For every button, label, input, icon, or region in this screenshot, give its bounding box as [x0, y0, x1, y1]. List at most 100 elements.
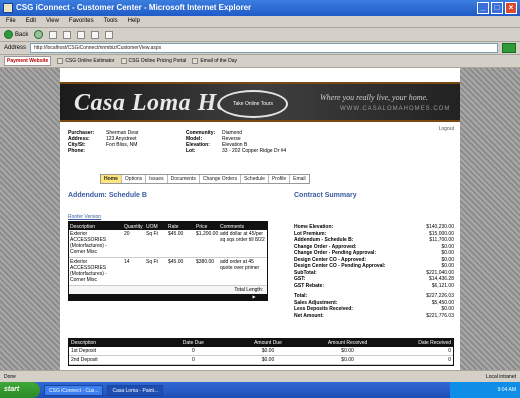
cell-amount-received: $0.00 — [341, 348, 354, 354]
tab-documents[interactable]: Documents — [168, 175, 200, 183]
menu-tools[interactable]: Tools — [104, 18, 118, 25]
site-header: Casa Loma Homes Take Online Tours Where … — [60, 82, 460, 122]
menu-help[interactable]: Help — [128, 18, 140, 25]
cell-price: $380.00 — [196, 259, 215, 265]
taskbar: start CSG iConnect - Cus... Casa Loma - … — [0, 382, 520, 398]
pager-button[interactable]: ▶ — [247, 294, 261, 300]
cell-amount-due: $0.00 — [261, 348, 275, 354]
roofer-version-link[interactable]: Roofer Version — [68, 214, 101, 220]
logout-link[interactable]: Logout — [439, 126, 454, 132]
column-header: Quantity — [124, 224, 143, 230]
window-title: CSG iConnect - Customer Center - Microso… — [16, 3, 252, 12]
menu-view[interactable]: View — [46, 18, 59, 25]
table-header: Description Quantity UOM Rate Price Comm… — [69, 222, 267, 230]
info-value — [106, 148, 186, 154]
online-tours-button[interactable]: Take Online Tours — [218, 90, 288, 118]
cell-quantity: 14 — [124, 259, 130, 265]
cell-quantity: 20 — [124, 231, 130, 237]
cell-comments: add order at 45 quote over primer — [220, 259, 260, 271]
tab-schedule[interactable]: Schedule — [241, 175, 269, 183]
cell-amount-received: $0.00 — [341, 357, 354, 363]
home-icon[interactable] — [77, 30, 86, 39]
contract-summary: Home Elevation: $140,230.00 Lot Premium: $… — [294, 224, 454, 319]
tab-change-orders[interactable]: Change Orders — [200, 175, 242, 183]
taskbar-item[interactable]: CSG iConnect - Cus... — [44, 384, 104, 396]
tab-profile[interactable]: Profile — [269, 175, 291, 183]
favorites-icon[interactable] — [105, 30, 114, 39]
cell-amount-due: $0.00 — [261, 357, 275, 363]
table-row[interactable]: Exterior ACCESSORIES (Motorfactures) - C… — [69, 230, 267, 258]
link-email-of-day[interactable]: Email of the Day — [192, 58, 237, 64]
start-button[interactable]: start — [0, 382, 40, 398]
status-text: Done — [4, 373, 16, 380]
table-row[interactable]: 1st Deposit 0 $0.00 $0.00 0 — [69, 347, 453, 356]
info-value: 33 - 202 Copper Ridge Dr #4 — [222, 148, 287, 154]
links-selector[interactable]: Payment Website — [4, 56, 52, 66]
site-website: WWW.CASALOMAHOMES.COM — [340, 106, 451, 112]
search-icon[interactable] — [91, 30, 100, 39]
cell-rate: $45.00 — [168, 259, 184, 265]
forward-button[interactable] — [34, 30, 44, 39]
horizontal-scrollbar[interactable] — [69, 294, 267, 300]
info-label: Phone: — [68, 148, 85, 154]
tab-options[interactable]: Options — [122, 175, 147, 183]
address-bar: Address http://localhost/CSGiConnect/nnm… — [0, 42, 520, 55]
column-header: Price — [196, 224, 208, 230]
cell-uom: Sq Ft — [146, 259, 158, 265]
column-header: Description — [71, 340, 97, 346]
column-header: Date Due — [182, 340, 204, 346]
link-online-estimator[interactable]: CSG Online Estimator — [57, 58, 115, 64]
window-titlebar: CSG iConnect - Customer Center - Microso… — [0, 0, 520, 16]
refresh-icon[interactable] — [63, 30, 72, 39]
minimize-button[interactable]: _ — [477, 2, 489, 14]
cell-description: 1st Deposit — [71, 348, 97, 354]
menu-file[interactable]: File — [6, 18, 16, 25]
web-page: Casa Loma Homes Take Online Tours Where … — [60, 68, 460, 370]
tab-email[interactable]: Email — [290, 175, 309, 183]
info-label: Lot: — [186, 148, 196, 154]
column-header: UOM — [146, 224, 158, 230]
taskbar-item[interactable]: Casa Loma - Paint... — [107, 384, 164, 396]
clock: 9:04 AM — [497, 387, 516, 393]
close-button[interactable]: × — [505, 2, 517, 14]
ie-icon — [3, 3, 13, 13]
page-icon — [192, 58, 199, 64]
addendum-title: Addendum: Schedule B — [68, 192, 147, 199]
address-input[interactable]: http://localhost/CSGiConnect/nnmbiz/Cust… — [30, 43, 498, 53]
status-bar: Done Local intranet — [0, 370, 520, 382]
nav-tabs: Home Options Issues Documents Change Ord… — [100, 174, 310, 184]
site-tagline: Where you really live, your home. — [320, 93, 429, 102]
table-footer: Total Length: ▶ — [69, 286, 267, 300]
cell-uom: Sq Ft — [146, 231, 158, 237]
cell-date-due: 0 — [191, 348, 195, 354]
column-header: Date Received — [418, 340, 452, 346]
column-header: Comments — [220, 224, 245, 230]
table-row[interactable]: 2nd Deposit 0 $0.00 $0.00 0 — [69, 356, 453, 365]
zone-text: Local intranet — [485, 373, 516, 380]
column-header: Amount Received — [327, 340, 368, 346]
stop-icon[interactable] — [49, 30, 58, 39]
menu-bar: File Edit View Favorites Tools Help — [0, 16, 520, 28]
customer-info: Purchaser: Sherman Dear Community: Diamo… — [68, 130, 328, 154]
back-button[interactable]: Back — [4, 30, 28, 39]
cell-comments: add dollar at 45/per sq sqs order till 8… — [220, 231, 265, 243]
summary-row: Net Amount: $221,776.03 — [294, 312, 454, 319]
tab-home[interactable]: Home — [101, 175, 122, 183]
link-pricing-portal[interactable]: CSG Online Pricing Portal — [120, 58, 186, 64]
cell-description: Exterior ACCESSORIES (Motorfactures) - C… — [70, 231, 107, 255]
cell-date-received: 0 — [448, 348, 452, 354]
column-header: Amount Due — [254, 340, 282, 346]
go-button[interactable] — [502, 43, 516, 53]
menu-favorites[interactable]: Favorites — [69, 18, 94, 25]
browser-toolbar: Back — [0, 28, 520, 42]
summary-title: Contract Summary — [294, 192, 357, 199]
addendum-table: Description Quantity UOM Rate Price Comm… — [68, 221, 268, 301]
back-arrow-icon — [4, 30, 13, 39]
table-row[interactable]: Exterior ACCESSORIES (Motorfactures) - C… — [69, 258, 267, 286]
page-icon — [120, 58, 127, 64]
cell-date-due: 0 — [191, 357, 195, 363]
maximize-button[interactable]: □ — [491, 2, 503, 14]
menu-edit[interactable]: Edit — [26, 18, 36, 25]
browser-viewport[interactable]: Casa Loma Homes Take Online Tours Where … — [0, 68, 520, 370]
tab-issues[interactable]: Issues — [146, 175, 168, 183]
